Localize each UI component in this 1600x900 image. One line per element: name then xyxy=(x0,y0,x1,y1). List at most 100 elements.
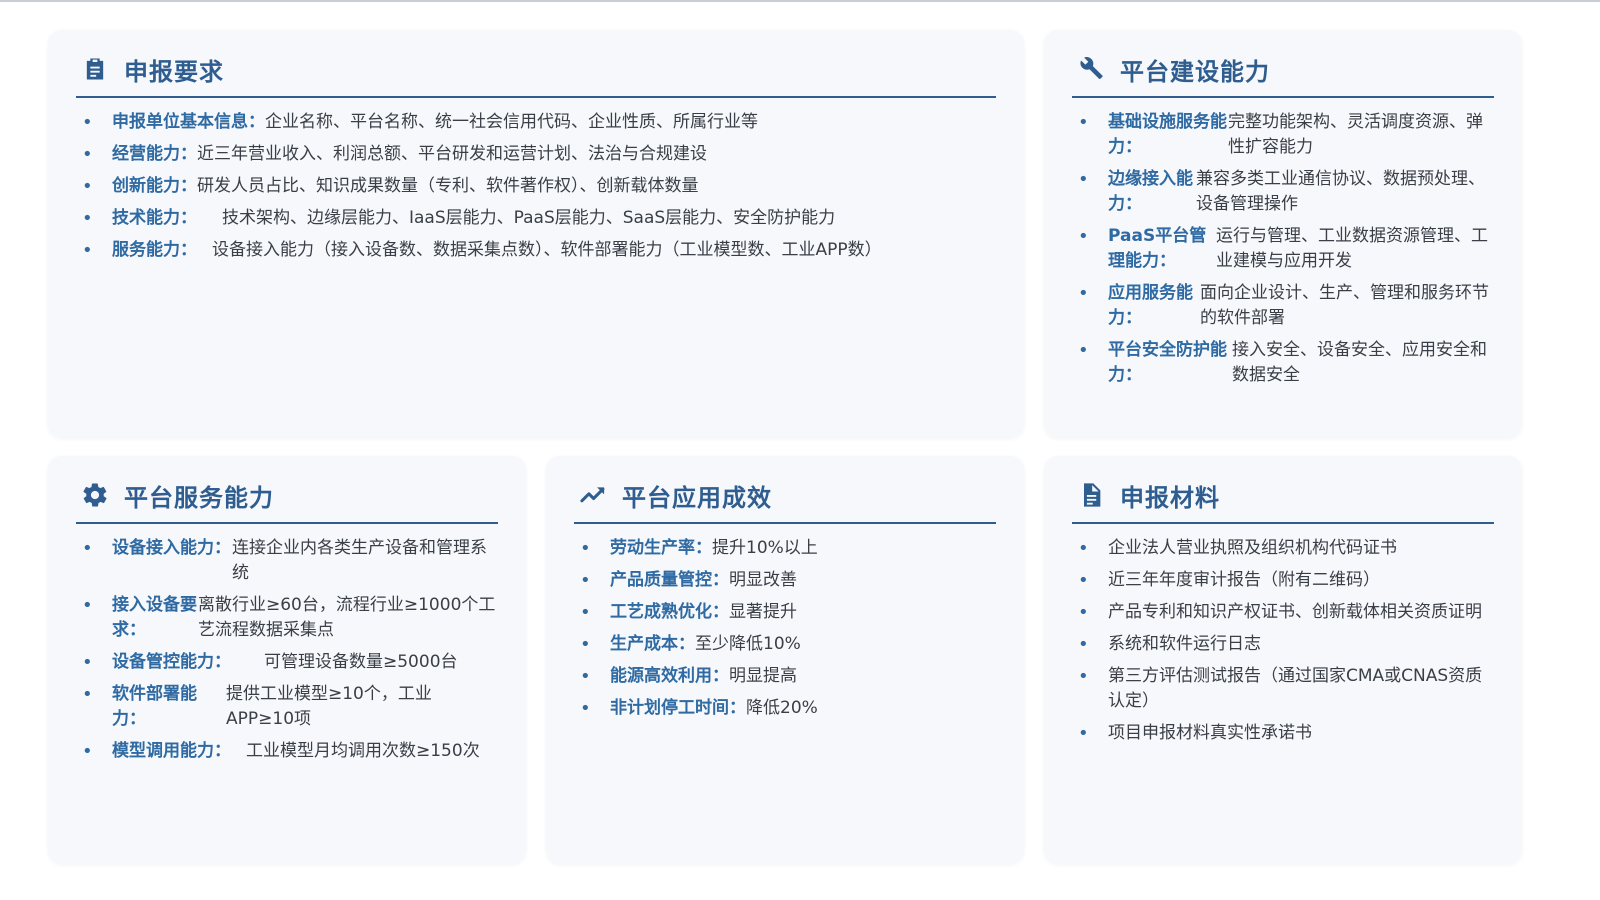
list-item: 非计划停工时间：降低20% xyxy=(574,696,996,721)
list-item: 基础设施服务能力：完整功能架构、灵活调度资源、弹性扩容能力 xyxy=(1072,110,1494,160)
list-item: 近三年年度审计报告（附有二维码） xyxy=(1072,568,1494,593)
list-item: 工艺成熟优化：显著提升 xyxy=(574,600,996,625)
item-value: 设备接入能力（接入设备数、数据采集点数）、软件部署能力（工业模型数、工业APP数… xyxy=(212,240,882,260)
list-item: 软件部署能力： 提供工业模型≥10个，工业APP≥10项 xyxy=(76,682,498,732)
card-title: 申报要求 xyxy=(124,57,224,86)
item-value: 明显提高 xyxy=(729,666,797,686)
item-value: 完整功能架构、灵活调度资源、弹性扩容能力 xyxy=(1228,112,1483,157)
item-label: 设备接入能力： xyxy=(112,538,231,558)
item-value: 明显改善 xyxy=(729,570,797,590)
card-title: 申报材料 xyxy=(1120,483,1220,512)
item-value: 研发人员占比、知识成果数量（专利、软件著作权）、创新载体数量 xyxy=(197,176,699,196)
item-label: 设备管控能力： xyxy=(112,652,231,672)
item-label: 产品质量管控： xyxy=(610,570,729,590)
item-label: 经营能力： xyxy=(112,144,197,164)
item-label: 申报单位基本信息： xyxy=(112,112,265,132)
list-item: PaaS平台管理能力：运行与管理、工业数据资源管理、工业建模与应用开发 xyxy=(1072,224,1494,274)
card-title: 平台服务能力 xyxy=(124,483,274,512)
item-label: PaaS平台管理能力： xyxy=(1108,226,1207,271)
card-title: 平台建设能力 xyxy=(1120,57,1270,86)
item-value: 运行与管理、工业数据资源管理、工业建模与应用开发 xyxy=(1216,226,1488,271)
list-item: 平台安全防护能力：接入安全、设备安全、应用安全和数据安全 xyxy=(1072,338,1494,388)
item-label: 基础设施服务能力： xyxy=(1108,112,1227,157)
list-item: 企业法人营业执照及组织机构代码证书 xyxy=(1072,536,1494,561)
list-item: 项目申报材料真实性承诺书 xyxy=(1072,721,1494,746)
item-value: 离散行业≥60台，流程行业≥1000个工艺流程数据采集点 xyxy=(198,595,496,640)
item-label: 创新能力： xyxy=(112,176,197,196)
item-value: 技术架构、边缘层能力、IaaS层能力、PaaS层能力、SaaS层能力、安全防护能… xyxy=(222,208,836,228)
construction-list: 基础设施服务能力：完整功能架构、灵活调度资源、弹性扩容能力 边缘接入能力：兼容多… xyxy=(1072,110,1494,388)
list-item: 系统和软件运行日志 xyxy=(1072,632,1494,657)
item-label: 技术能力： xyxy=(112,208,197,228)
item-value: 显著提升 xyxy=(729,602,797,622)
item-value: 接入安全、设备安全、应用安全和数据安全 xyxy=(1232,340,1487,385)
list-item: 申报单位基本信息：企业名称、平台名称、统一社会信用代码、企业性质、所属行业等 xyxy=(76,110,996,135)
item-label: 服务能力： xyxy=(112,240,197,260)
wrench-icon xyxy=(1076,54,1106,84)
card-construction: 平台建设能力 基础设施服务能力：完整功能架构、灵活调度资源、弹性扩容能力 边缘接… xyxy=(1044,30,1522,438)
list-item: 劳动生产率：提升10%以上 xyxy=(574,536,996,561)
item-value: 企业名称、平台名称、统一社会信用代码、企业性质、所属行业等 xyxy=(265,112,758,132)
effects-list: 劳动生产率：提升10%以上 产品质量管控：明显改善 工艺成熟优化：显著提升 生产… xyxy=(574,536,996,721)
list-item: 能源高效利用：明显提高 xyxy=(574,664,996,689)
card-materials: 申报材料 企业法人营业执照及组织机构代码证书 近三年年度审计报告（附有二维码） … xyxy=(1044,456,1522,864)
list-item: 产品专利和知识产权证书、创新载体相关资质证明 xyxy=(1072,600,1494,625)
item-value: 至少降低10% xyxy=(695,634,801,654)
card-header: 申报材料 xyxy=(1072,474,1494,524)
item-value: 面向企业设计、生产、管理和服务环节的软件部署 xyxy=(1200,283,1489,328)
list-item: 经营能力：近三年营业收入、利润总额、平台研发和运营计划、法治与合规建设 xyxy=(76,142,996,167)
list-item: 生产成本：至少降低10% xyxy=(574,632,996,657)
item-label: 模型调用能力： xyxy=(112,741,231,761)
list-item: 接入设备要求：离散行业≥60台，流程行业≥1000个工艺流程数据采集点 xyxy=(76,593,498,643)
item-value: 可管理设备数量≥5000台 xyxy=(264,652,458,672)
item-label: 劳动生产率： xyxy=(610,538,712,558)
item-text: 项目申报材料真实性承诺书 xyxy=(1108,723,1312,743)
trend-up-icon xyxy=(578,480,608,510)
card-service: 平台服务能力 设备接入能力：连接企业内各类生产设备和管理系统 接入设备要求：离散… xyxy=(48,456,526,864)
document-icon xyxy=(1076,480,1106,510)
list-item: 模型调用能力： 工业模型月均调用次数≥150次 xyxy=(76,739,498,764)
item-label: 平台安全防护能力： xyxy=(1108,340,1227,385)
service-list: 设备接入能力：连接企业内各类生产设备和管理系统 接入设备要求：离散行业≥60台，… xyxy=(76,536,498,764)
item-text: 近三年年度审计报告（附有二维码） xyxy=(1108,570,1380,590)
card-header: 申报要求 xyxy=(76,48,996,98)
item-label: 生产成本： xyxy=(610,634,695,654)
list-item: 创新能力：研发人员占比、知识成果数量（专利、软件著作权）、创新载体数量 xyxy=(76,174,996,199)
card-header: 平台服务能力 xyxy=(76,474,498,524)
materials-list: 企业法人营业执照及组织机构代码证书 近三年年度审计报告（附有二维码） 产品专利和… xyxy=(1072,536,1494,746)
item-label: 应用服务能力： xyxy=(1108,283,1193,328)
card-title: 平台应用成效 xyxy=(622,483,772,512)
list-item: 设备管控能力： 可管理设备数量≥5000台 xyxy=(76,650,498,675)
item-value: 连接企业内各类生产设备和管理系统 xyxy=(232,538,487,583)
list-item: 设备接入能力：连接企业内各类生产设备和管理系统 xyxy=(76,536,498,586)
list-item: 服务能力： 设备接入能力（接入设备数、数据采集点数）、软件部署能力（工业模型数、工… xyxy=(76,238,996,263)
item-text: 产品专利和知识产权证书、创新载体相关资质证明 xyxy=(1108,602,1482,622)
item-value: 提升10%以上 xyxy=(712,538,818,558)
item-value: 兼容多类工业通信协议、数据预处理、设备管理操作 xyxy=(1196,169,1485,214)
list-item: 技术能力： 技术架构、边缘层能力、IaaS层能力、PaaS层能力、SaaS层能力、… xyxy=(76,206,996,231)
item-label: 非计划停工时间： xyxy=(610,698,746,718)
item-value: 近三年营业收入、利润总额、平台研发和运营计划、法治与合规建设 xyxy=(197,144,707,164)
card-effects: 平台应用成效 劳动生产率：提升10%以上 产品质量管控：明显改善 工艺成熟优化：… xyxy=(546,456,1024,864)
gear-icon xyxy=(80,480,110,510)
card-header: 平台建设能力 xyxy=(1072,48,1494,98)
item-text: 系统和软件运行日志 xyxy=(1108,634,1261,654)
list-item: 产品质量管控：明显改善 xyxy=(574,568,996,593)
item-label: 工艺成熟优化： xyxy=(610,602,729,622)
item-text: 第三方评估测试报告（通过国家CMA或CNAS资质认定） xyxy=(1108,666,1483,711)
item-label: 能源高效利用： xyxy=(610,666,729,686)
list-item: 应用服务能力：面向企业设计、生产、管理和服务环节的软件部署 xyxy=(1072,281,1494,331)
item-value: 降低20% xyxy=(746,698,818,718)
clipboard-icon xyxy=(80,54,110,84)
card-requirements: 申报要求 申报单位基本信息：企业名称、平台名称、统一社会信用代码、企业性质、所属… xyxy=(48,30,1024,438)
item-label: 边缘接入能力： xyxy=(1108,169,1193,214)
requirements-list: 申报单位基本信息：企业名称、平台名称、统一社会信用代码、企业性质、所属行业等 经… xyxy=(76,110,996,263)
list-item: 边缘接入能力：兼容多类工业通信协议、数据预处理、设备管理操作 xyxy=(1072,167,1494,217)
item-text: 企业法人营业执照及组织机构代码证书 xyxy=(1108,538,1397,558)
list-item: 第三方评估测试报告（通过国家CMA或CNAS资质认定） xyxy=(1072,664,1494,714)
card-header: 平台应用成效 xyxy=(574,474,996,524)
item-label: 接入设备要求： xyxy=(112,595,197,640)
item-label: 软件部署能力： xyxy=(112,684,197,729)
item-value: 提供工业模型≥10个，工业APP≥10项 xyxy=(226,684,432,729)
top-divider xyxy=(0,0,1600,2)
